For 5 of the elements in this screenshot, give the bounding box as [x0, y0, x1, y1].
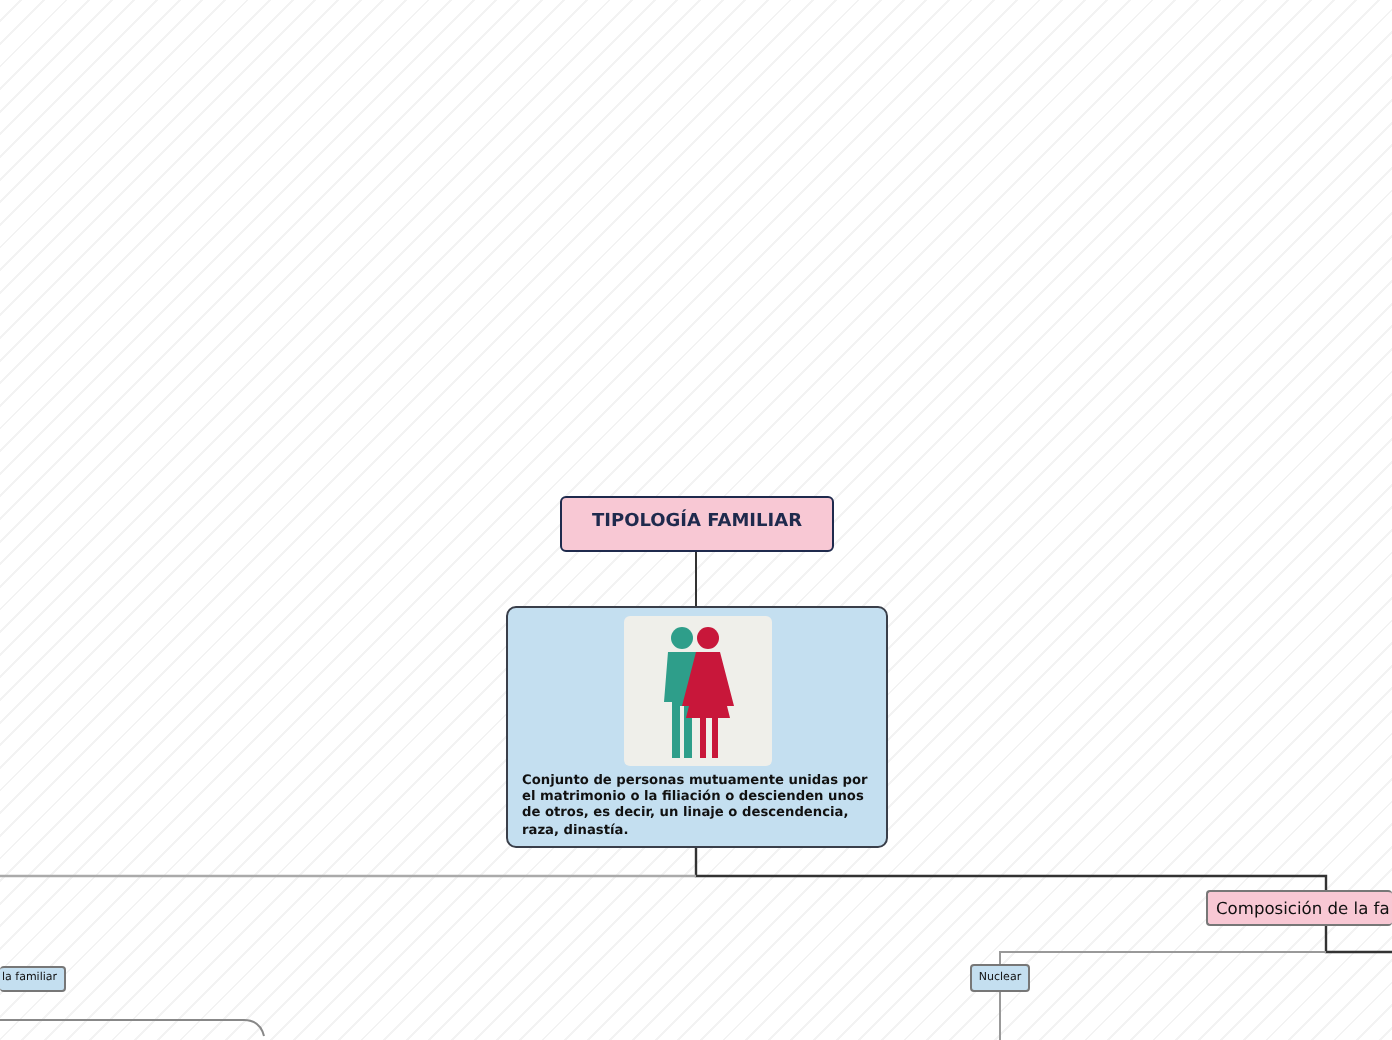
couple-icon [659, 625, 735, 757]
root-topic[interactable]: TIPOLOGÍA FAMILIAR [560, 496, 834, 552]
connector-line [999, 991, 1001, 1040]
topic-node[interactable]: Composición de la fa [1206, 890, 1392, 926]
connector-line [695, 551, 697, 607]
